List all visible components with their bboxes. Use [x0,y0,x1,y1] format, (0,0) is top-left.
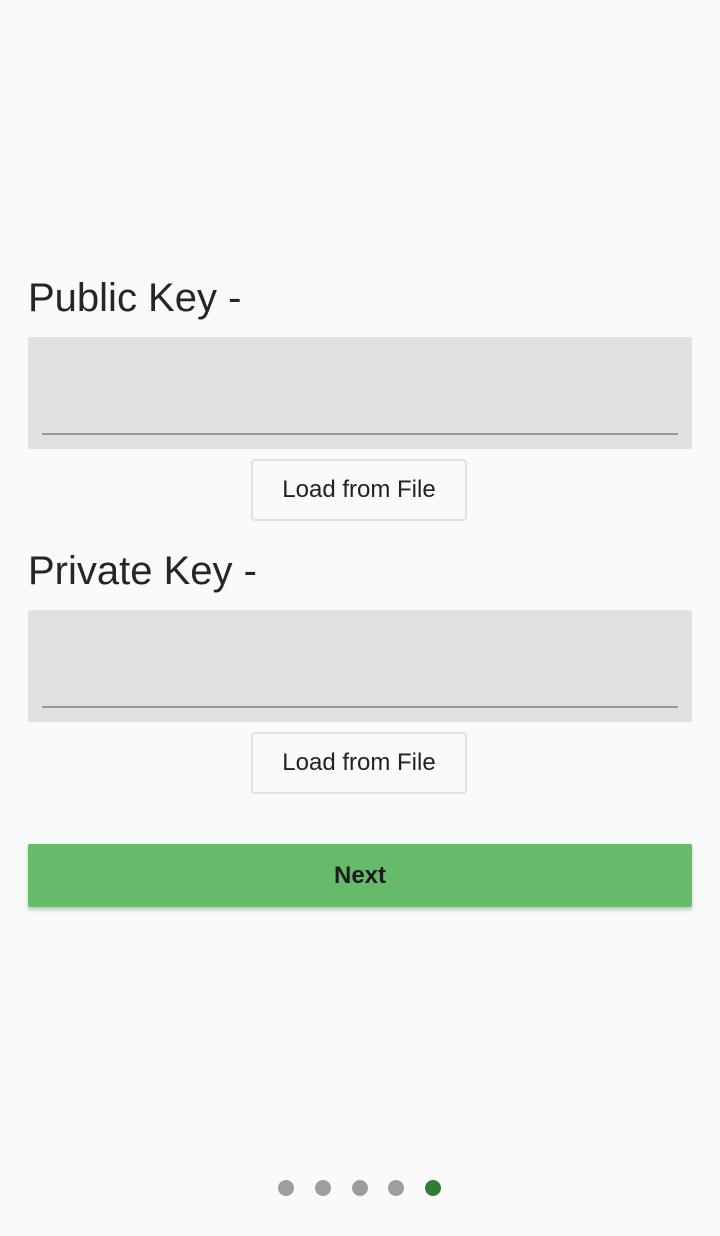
page-indicator [0,1180,720,1198]
page-dot-1[interactable] [278,1180,294,1196]
public-key-input[interactable] [42,351,678,431]
private-key-field[interactable] [28,610,692,722]
page-dot-4[interactable] [388,1180,404,1196]
private-key-underline [42,706,678,708]
public-key-load-button[interactable]: Load from File [251,459,467,521]
public-key-label: Public Key - [28,276,242,320]
public-key-underline [42,433,678,435]
page-dot-5[interactable] [425,1180,441,1196]
page-dot-2[interactable] [315,1180,331,1196]
public-key-field[interactable] [28,337,692,449]
private-key-input[interactable] [42,624,678,704]
next-button[interactable]: Next [28,844,692,907]
page-dot-3[interactable] [352,1180,368,1196]
private-key-load-button[interactable]: Load from File [251,732,467,794]
private-key-label: Private Key - [28,549,257,593]
